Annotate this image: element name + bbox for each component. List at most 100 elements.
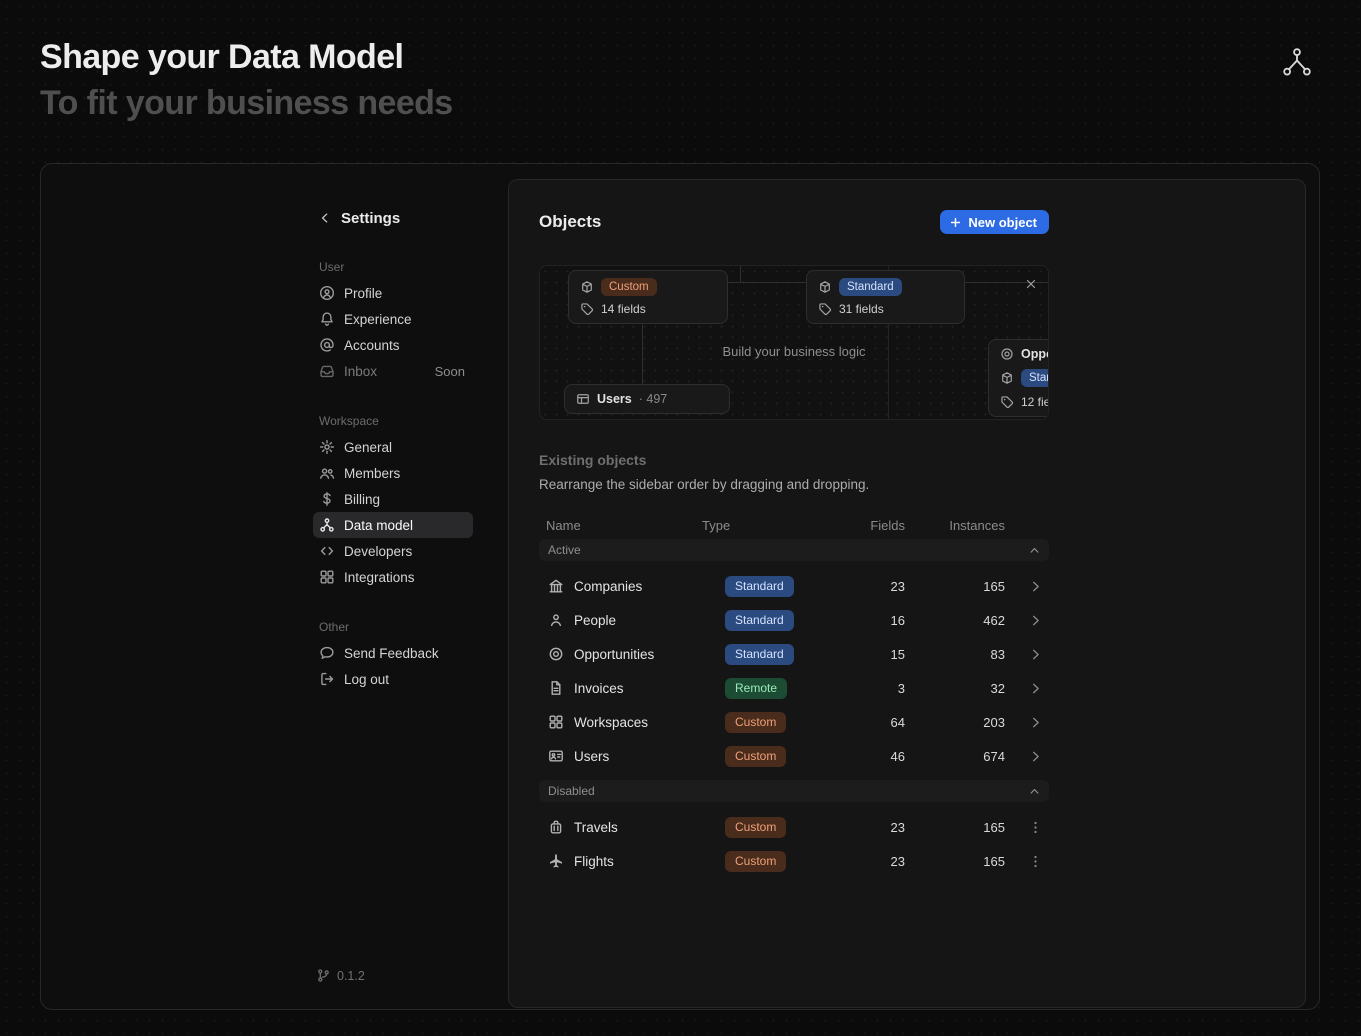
at-icon [319,337,335,353]
chevron-right-icon[interactable] [1028,613,1043,628]
type-badge: Standard [725,644,794,665]
chevron-right-icon[interactable] [1028,715,1043,730]
sidebar-item-inbox[interactable]: Inbox Soon [313,358,473,384]
table-row-users[interactable]: Users Custom 46 674 [539,739,1049,773]
sidebar-item-accounts[interactable]: Accounts [313,332,473,358]
logout-icon [319,671,335,687]
connector-line [728,282,806,283]
group-header-active[interactable]: Active [539,539,1049,561]
chevron-right-icon[interactable] [1028,681,1043,696]
plane-icon [548,853,564,869]
disabled-rows: Travels Custom 23 165 Flights Custom 23 … [539,802,1049,878]
sidebar-section-workspace: Workspace [313,414,473,429]
chevron-up-icon[interactable] [1028,785,1041,798]
table-row-workspaces[interactable]: Workspaces Custom 64 203 [539,705,1049,739]
table-row-people[interactable]: People Standard 16 462 [539,603,1049,637]
type-badge: Custom [725,817,786,838]
data-model-canvas[interactable]: Custom 14 fields Standard 31 fields [539,265,1049,420]
tag-icon [818,302,832,316]
type-badge: Custom [725,746,786,767]
canvas-caption: Build your business logic [540,344,1048,359]
table-row-invoices[interactable]: Invoices Remote 3 32 [539,671,1049,705]
sidebar-item-general[interactable]: General [313,434,473,460]
kebab-menu-icon[interactable] [1028,820,1043,835]
close-icon[interactable] [1022,275,1040,293]
objects-table: Name Type Fields Instances Active Compan… [539,513,1049,878]
instances-count: 462 [905,613,1005,628]
id-card-icon [548,748,564,764]
type-badge: Custom [725,851,786,872]
type-badge: Custom [725,712,786,733]
table-row-companies[interactable]: Companies Standard 23 165 [539,569,1049,603]
object-name: Opportunities [574,647,654,662]
building-icon [548,578,564,594]
sidebar-item-billing[interactable]: Billing [313,486,473,512]
sidebar-section-other: Other [313,620,473,635]
code-icon [319,543,335,559]
sidebar-item-members[interactable]: Members [313,460,473,486]
inbox-icon [319,363,335,379]
table-row-travels[interactable]: Travels Custom 23 165 [539,810,1049,844]
chevron-right-icon[interactable] [1028,579,1043,594]
object-name: Flights [574,854,614,869]
sidebar-item-developers[interactable]: Developers [313,538,473,564]
type-badge: Remote [725,678,787,699]
table-row-flights[interactable]: Flights Custom 23 165 [539,844,1049,878]
object-name: Users [574,749,609,764]
data-model-icon [1281,46,1313,78]
app-version: 0.1.2 [316,968,365,983]
settings-title: Settings [341,210,400,227]
instances-count: 674 [905,749,1005,764]
sidebar-item-integrations[interactable]: Integrations [313,564,473,590]
instances-count: 165 [905,579,1005,594]
page-title: Shape your Data Model [40,38,403,77]
instances-count: 203 [905,715,1005,730]
chevron-up-icon[interactable] [1028,544,1041,557]
chevron-right-icon[interactable] [1028,647,1043,662]
sidebar-item-data-model[interactable]: Data model [313,512,473,538]
cube-icon [818,280,832,294]
group-header-disabled[interactable]: Disabled [539,780,1049,802]
object-name: Invoices [574,681,624,696]
grid-icon [548,714,564,730]
fields-count: 46 [835,749,905,764]
column-fields: Fields [835,518,905,533]
new-object-button[interactable]: New object [940,210,1049,234]
sidebar-item-log-out[interactable]: Log out [313,666,473,692]
fields-count: 23 [835,579,905,594]
object-name: Companies [574,579,642,594]
tag-icon [580,302,594,316]
instances-count: 165 [905,854,1005,869]
chevron-right-icon[interactable] [1028,749,1043,764]
fields-count: 3 [835,681,905,696]
fields-count: 15 [835,647,905,662]
canvas-node-users[interactable]: Users · 497 [564,384,730,414]
kebab-menu-icon[interactable] [1028,854,1043,869]
page-subtitle: To fit your business needs [40,84,453,123]
git-branch-icon [316,968,331,983]
type-badge: Custom [601,278,657,296]
column-name: Name [539,518,702,533]
sidebar-section-user: User [313,260,473,275]
sidebar-item-send-feedback[interactable]: Send Feedback [313,640,473,666]
type-badge: Standard [725,576,794,597]
sidebar-item-experience[interactable]: Experience [313,306,473,332]
settings-back-button[interactable]: Settings [313,206,473,230]
sidebar-item-profile[interactable]: Profile [313,280,473,306]
fields-count: 23 [835,820,905,835]
instances-count: 165 [905,820,1005,835]
objects-panel: Objects New object Custom [508,179,1306,1008]
connector-line [740,266,741,282]
canvas-node-standard[interactable]: Standard 31 fields [806,270,965,324]
canvas-node-custom[interactable]: Custom 14 fields [568,270,728,324]
column-instances: Instances [905,518,1005,533]
field-count: 12 fields [1021,395,1049,409]
person-icon [548,612,564,628]
tag-icon [1000,395,1014,409]
table-row-opportunities[interactable]: Opportunities Standard 15 83 [539,637,1049,671]
canvas-node-opportunities[interactable]: Opportunities Standard 12 fields [988,339,1049,417]
existing-objects-title: Existing objects [539,452,1049,468]
object-name: Workspaces [574,715,648,730]
dollar-icon [319,491,335,507]
soon-badge: Soon [435,364,465,379]
